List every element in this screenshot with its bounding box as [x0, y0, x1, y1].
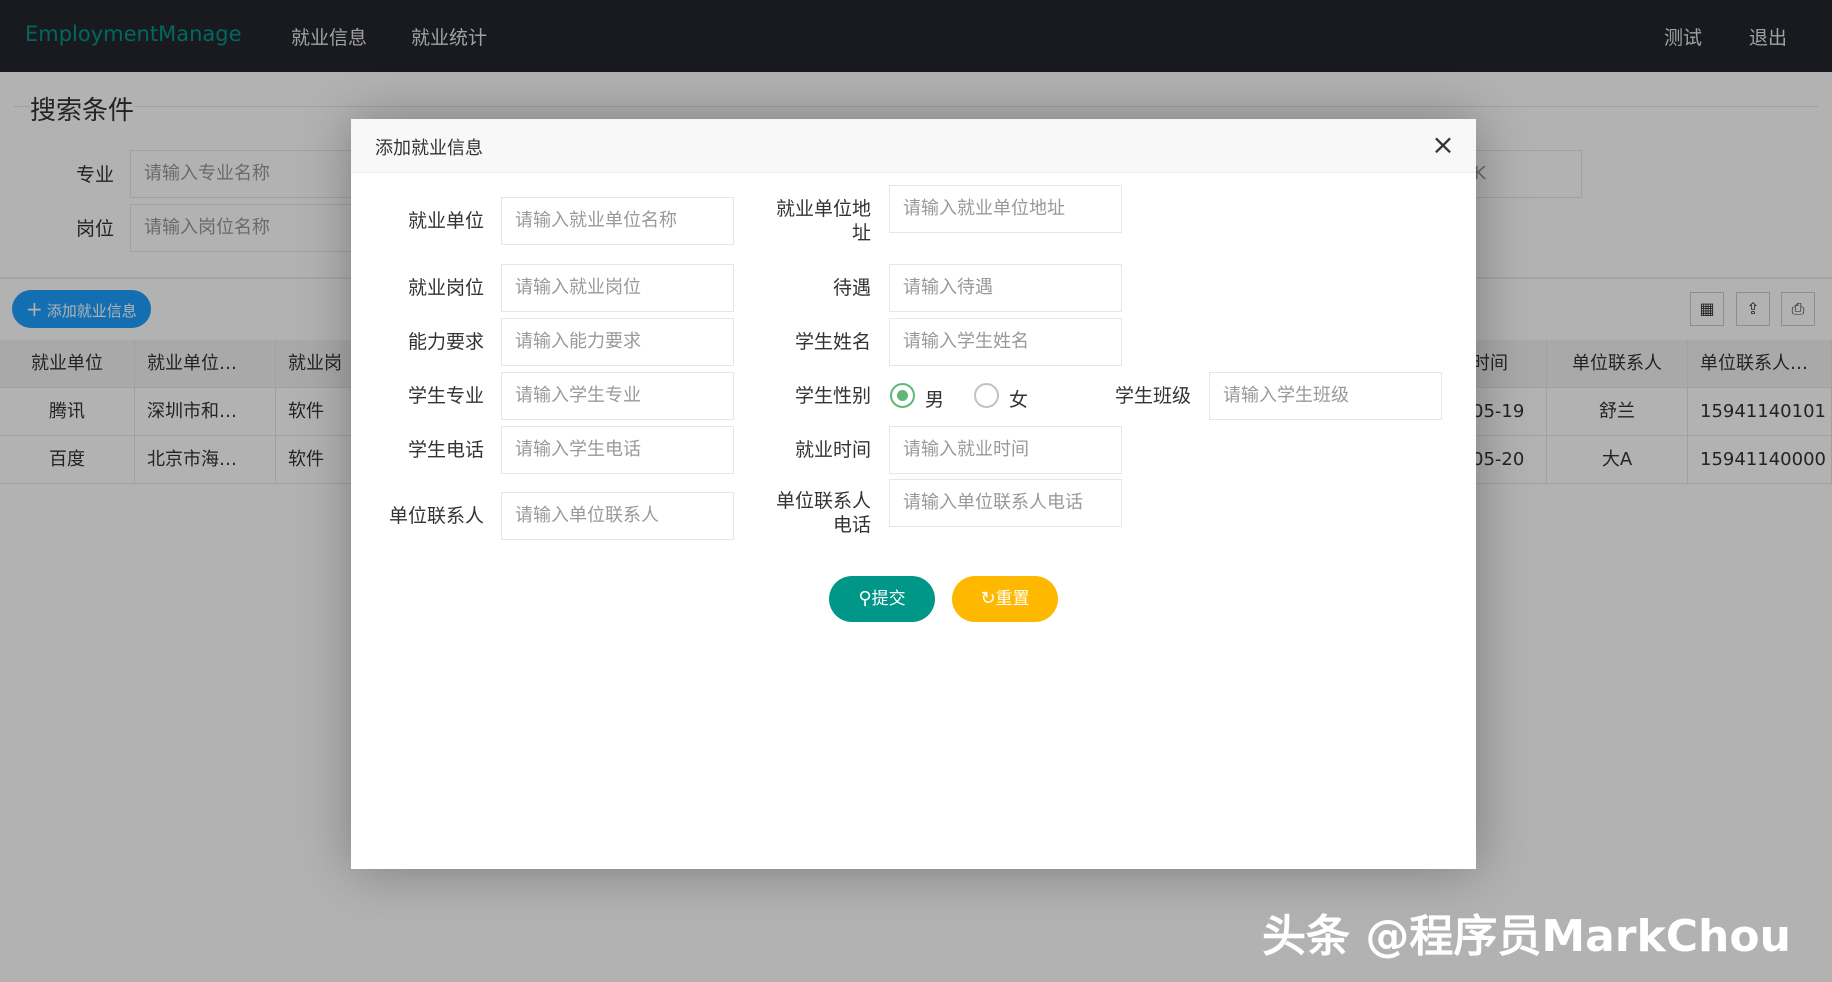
- address-input[interactable]: 请输入就业单位地址: [889, 185, 1122, 233]
- post-label: 就业岗位: [407, 277, 484, 299]
- modal-header: 添加就业信息 ×: [351, 119, 1476, 173]
- contact-phone-label: 单位联系人 电话: [751, 489, 871, 537]
- contact-phone-label-line1: 单位联系人: [775, 490, 871, 512]
- company-input[interactable]: 请输入就业单位名称: [501, 197, 734, 245]
- employment-time-label: 就业时间: [794, 439, 871, 461]
- add-employment-modal: 添加就业信息 × 就业单位 请输入就业单位名称 就业单位地 址 请输入就业单位地…: [351, 119, 1476, 869]
- submit-button[interactable]: ⚲提交: [829, 576, 935, 622]
- contact-phone-label-line2: 电话: [832, 514, 871, 536]
- student-name-label: 学生姓名: [794, 331, 871, 353]
- student-major-label: 学生专业: [407, 385, 484, 407]
- employment-time-input[interactable]: 请输入就业时间: [889, 426, 1122, 474]
- address-label-line2: 址: [851, 222, 871, 244]
- student-class-label: 学生班级: [1114, 385, 1191, 407]
- gender-label: 学生性别: [794, 385, 871, 407]
- ability-label: 能力要求: [407, 331, 484, 353]
- reset-label: 重置: [995, 589, 1030, 609]
- modal-title: 添加就业信息: [375, 138, 483, 159]
- ability-input[interactable]: 请输入能力要求: [501, 318, 734, 366]
- student-name-input[interactable]: 请输入学生姓名: [889, 318, 1122, 366]
- student-class-input[interactable]: 请输入学生班级: [1209, 372, 1442, 420]
- address-label: 就业单位地 址: [761, 197, 871, 245]
- address-label-line1: 就业单位地: [775, 198, 871, 220]
- post-input[interactable]: 请输入就业岗位: [501, 264, 734, 312]
- gender-female-radio[interactable]: [974, 383, 999, 408]
- close-icon[interactable]: ×: [1428, 131, 1458, 161]
- student-phone-label: 学生电话: [407, 439, 484, 461]
- reset-button[interactable]: ↻重置: [952, 576, 1058, 622]
- gender-male-label[interactable]: 男: [925, 385, 944, 412]
- student-major-input[interactable]: 请输入学生专业: [501, 372, 734, 420]
- contact-input[interactable]: 请输入单位联系人: [501, 492, 734, 540]
- submit-label: 提交: [871, 589, 906, 609]
- contact-label: 单位联系人: [388, 505, 484, 527]
- search-icon: ⚲: [858, 588, 872, 609]
- salary-label: 待遇: [832, 277, 871, 299]
- gender-female-label[interactable]: 女: [1009, 385, 1028, 412]
- watermark: 头条 @程序员MarkChou: [1262, 911, 1791, 962]
- salary-input[interactable]: 请输入待遇: [889, 264, 1122, 312]
- gender-male-radio[interactable]: [890, 383, 915, 408]
- contact-phone-input[interactable]: 请输入单位联系人电话: [889, 479, 1122, 527]
- company-label: 就业单位: [407, 210, 484, 232]
- refresh-icon: ↻: [980, 588, 996, 609]
- student-phone-input[interactable]: 请输入学生电话: [501, 426, 734, 474]
